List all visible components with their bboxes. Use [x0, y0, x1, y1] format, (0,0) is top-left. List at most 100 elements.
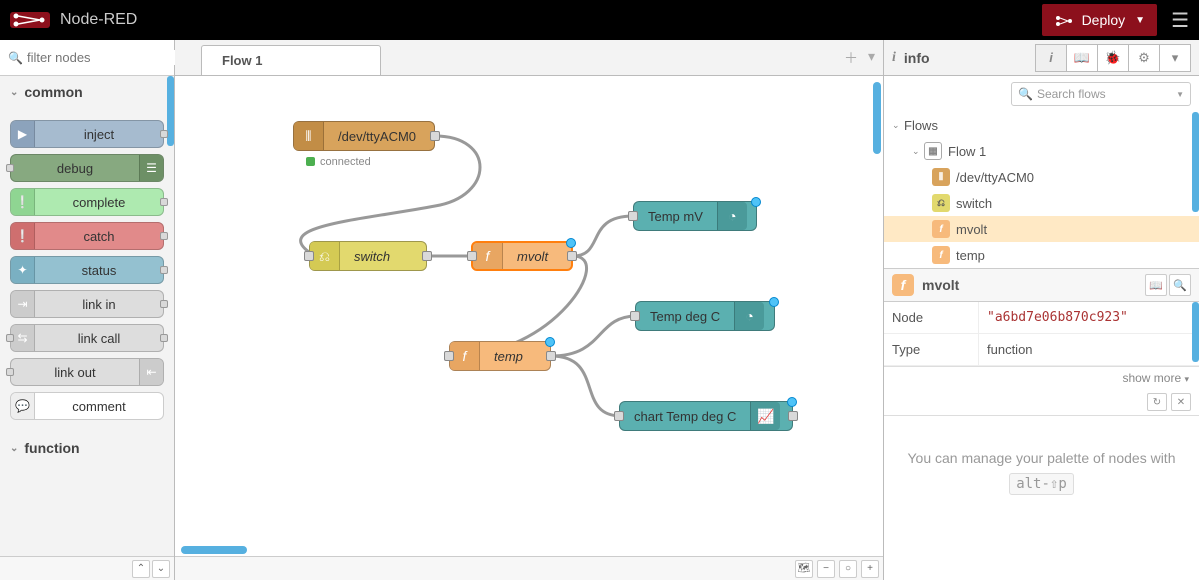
palette-node-inject[interactable]: ▶ inject	[10, 120, 164, 148]
output-port[interactable]	[430, 131, 440, 141]
palette-node-link-out[interactable]: link out ⇤	[10, 358, 164, 386]
chevron-down-icon: ⌄	[10, 443, 18, 454]
output-port[interactable]	[546, 351, 556, 361]
palette-search[interactable]: 🔍	[0, 40, 174, 76]
flow-icon: ▦	[924, 142, 942, 160]
sidebar-tab-debug[interactable]: 🐞	[1097, 44, 1129, 72]
tree-item-serial[interactable]: ⫴ /dev/ttyACM0	[884, 164, 1199, 190]
input-port[interactable]	[304, 251, 314, 261]
node-gauge-c[interactable]: Temp deg C ◔	[635, 301, 775, 331]
output-port	[160, 334, 168, 342]
detail-val-type: function	[979, 334, 1199, 365]
output-port[interactable]	[422, 251, 432, 261]
detail-key-node: Node	[884, 302, 979, 333]
node-serial[interactable]: ⫴ /dev/ttyACM0 connected	[293, 121, 435, 151]
sidebar-tab-info[interactable]: i	[1035, 44, 1067, 72]
node-help-button[interactable]: 📖	[1145, 274, 1167, 296]
tree-item-flow1[interactable]: ⌄ ▦ Flow 1	[884, 138, 1199, 164]
palette-node-debug[interactable]: debug ☰	[10, 154, 164, 182]
flow-menu-button[interactable]: ▾	[868, 48, 875, 68]
sidebar: i info i 📖 🐞 ⚙ ▾ 🔍 Search flows ▼ ⌄ Flow	[884, 40, 1199, 580]
flow-tab[interactable]: Flow 1	[201, 45, 381, 75]
zoom-reset-button[interactable]: ○	[839, 560, 857, 578]
deploy-button[interactable]: Deploy ▼	[1042, 4, 1158, 36]
switch-icon: ⎌	[310, 242, 340, 270]
node-search-button[interactable]: 🔍	[1169, 274, 1191, 296]
sidebar-tab-menu[interactable]: ▾	[1159, 44, 1191, 72]
tree-scrollbar[interactable]	[1192, 112, 1199, 212]
status-text: connected	[320, 156, 371, 168]
node-chart-c[interactable]: chart Temp deg C 📈	[619, 401, 793, 431]
logo-icon	[10, 12, 50, 28]
palette-expand-button[interactable]: ⌄	[152, 560, 170, 578]
detail-val-node: "a6bd7e06b870c923"	[979, 302, 1199, 333]
node-mvolt[interactable]: f mvolt	[471, 241, 573, 271]
palette-category-common[interactable]: ⌄ common	[0, 76, 174, 108]
output-port	[160, 266, 168, 274]
detail-scrollbar[interactable]	[1192, 302, 1199, 362]
output-port[interactable]	[788, 411, 798, 421]
palette-collapse-button[interactable]: ⌃	[132, 560, 150, 578]
flow-canvas[interactable]: ⫴ /dev/ttyACM0 connected ⎌ switch f mvol…	[175, 76, 883, 556]
input-port[interactable]	[628, 211, 638, 221]
sidebar-tab-config[interactable]: ⚙	[1128, 44, 1160, 72]
palette-node-comment[interactable]: 💬 comment	[10, 392, 164, 420]
palette-node-link-call[interactable]: ⇆ link call	[10, 324, 164, 352]
node-gauge-mv[interactable]: Temp mV ◔	[633, 201, 757, 231]
show-more-button[interactable]: show more	[884, 367, 1199, 389]
palette-category-function[interactable]: ⌄ function	[0, 432, 174, 464]
changed-indicator	[751, 197, 761, 207]
sidebar-tab-help[interactable]: 📖	[1066, 44, 1098, 72]
chevron-down-icon: ⌄	[10, 87, 18, 98]
navigator-button[interactable]: 🗺	[795, 560, 813, 578]
zoom-out-button[interactable]: −	[817, 560, 835, 578]
node-detail-header: f mvolt 📖 🔍	[884, 268, 1199, 302]
gauge-icon: ◔	[734, 302, 764, 330]
output-port	[160, 232, 168, 240]
changed-indicator	[787, 397, 797, 407]
workspace-tabs: Flow 1 ＋ ▾	[175, 40, 883, 76]
inject-icon: ▶	[11, 121, 35, 147]
tree-item-switch[interactable]: ⎌ switch	[884, 190, 1199, 216]
deploy-caret-icon[interactable]: ▼	[1135, 15, 1145, 26]
input-port	[6, 334, 14, 342]
deploy-icon	[1054, 14, 1074, 26]
brand-title: Node-RED	[60, 11, 137, 29]
node-detail-table: Node "a6bd7e06b870c923" Type function	[884, 302, 1199, 367]
tree-item-temp[interactable]: f temp	[884, 242, 1199, 268]
status-icon: ✦	[11, 257, 35, 283]
serial-icon: ⫴	[932, 168, 950, 186]
hotkey-code: alt-⇧p	[1009, 473, 1074, 495]
tree-item-flows[interactable]: ⌄ Flows	[884, 112, 1199, 138]
main-menu-button[interactable]: ☰	[1171, 8, 1189, 33]
comment-icon: 💬	[11, 393, 35, 419]
chevron-down-icon: ▼	[1176, 90, 1184, 99]
output-port[interactable]	[567, 251, 577, 261]
palette-node-status[interactable]: ✦ status	[10, 256, 164, 284]
serial-icon: ⫴	[294, 122, 324, 150]
sidebar-header: i info i 📖 🐞 ⚙ ▾	[884, 40, 1199, 76]
sidebar-search-input[interactable]: 🔍 Search flows ▼	[1011, 82, 1191, 106]
changed-indicator	[566, 238, 576, 248]
input-port[interactable]	[444, 351, 454, 361]
sidebar-tip: You can manage your palette of nodes wit…	[884, 416, 1199, 527]
input-port[interactable]	[614, 411, 624, 421]
palette-node-link-in[interactable]: ⇥ link in	[10, 290, 164, 318]
add-flow-button[interactable]: ＋	[844, 48, 858, 68]
zoom-in-button[interactable]: +	[861, 560, 879, 578]
tree-item-mvolt[interactable]: f mvolt	[884, 216, 1199, 242]
input-port[interactable]	[630, 311, 640, 321]
node-temp[interactable]: f temp	[449, 341, 551, 371]
close-button[interactable]: ✕	[1171, 393, 1191, 411]
palette-node-catch[interactable]: ❕ catch	[10, 222, 164, 250]
refresh-button[interactable]: ↻	[1147, 393, 1167, 411]
input-port[interactable]	[467, 251, 477, 261]
palette-scrollbar[interactable]	[167, 76, 174, 146]
node-switch[interactable]: ⎌ switch	[309, 241, 427, 271]
palette-footer: ⌃ ⌄	[0, 556, 174, 580]
detail-key-type: Type	[884, 334, 979, 365]
link-out-icon: ⇤	[139, 359, 163, 385]
function-icon: f	[932, 220, 950, 238]
workspace: Flow 1 ＋ ▾	[175, 40, 884, 580]
palette-node-complete[interactable]: ❕ complete	[10, 188, 164, 216]
